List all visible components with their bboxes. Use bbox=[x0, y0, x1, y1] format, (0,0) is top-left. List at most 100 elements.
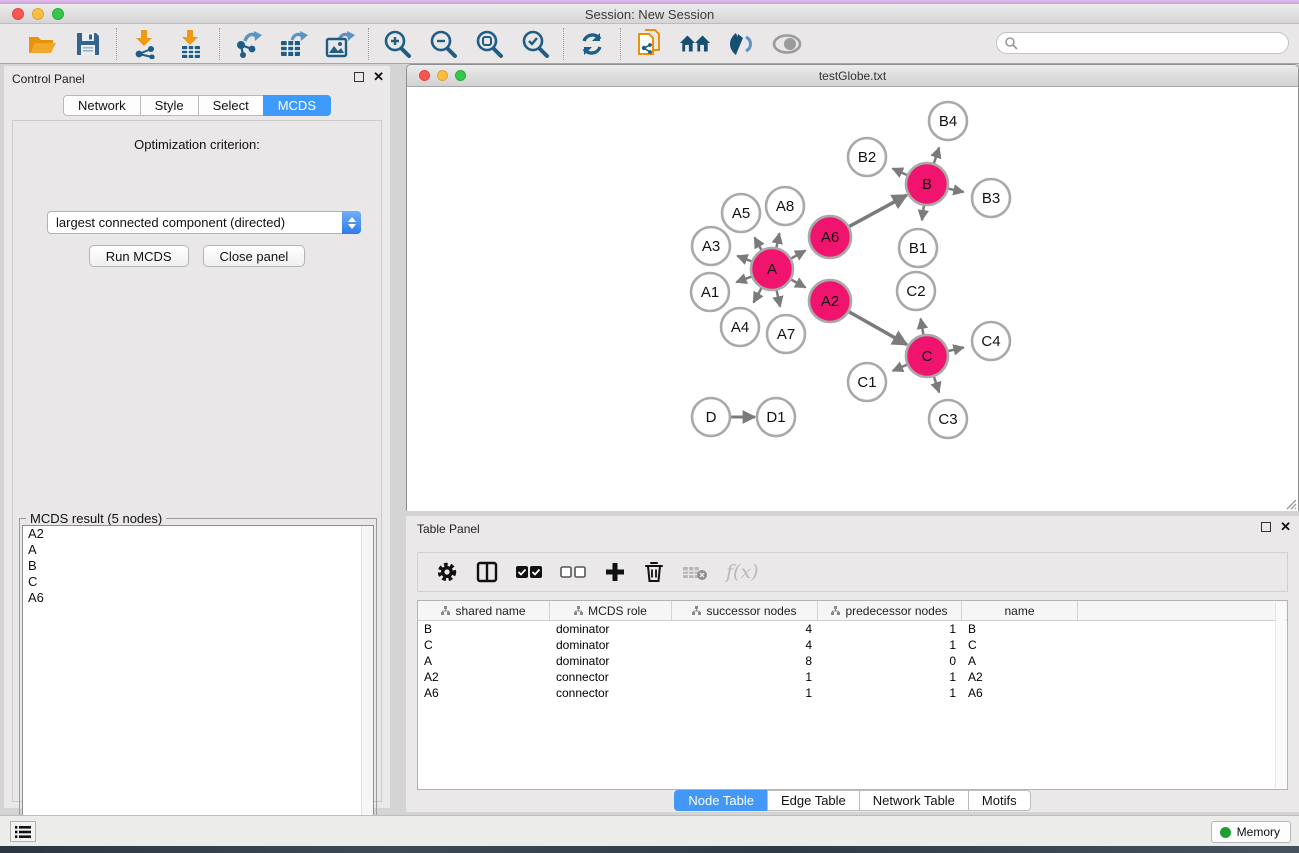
mcds-result-item[interactable]: B bbox=[23, 558, 373, 574]
column-header-MCDS-role[interactable]: MCDS role bbox=[550, 601, 672, 620]
graph-edge-A-A2[interactable] bbox=[791, 280, 805, 288]
graph-edge-A-A7[interactable] bbox=[777, 291, 780, 307]
graph-node-C1[interactable]: C1 bbox=[848, 363, 886, 401]
table-cell[interactable]: connector bbox=[550, 686, 672, 700]
table-cell[interactable]: A6 bbox=[962, 686, 1078, 700]
table-close-panel-icon[interactable]: ✕ bbox=[1280, 522, 1291, 532]
table-cell[interactable]: B bbox=[962, 622, 1078, 636]
table-cell[interactable]: 1 bbox=[818, 670, 962, 684]
column-header-successor-nodes[interactable]: successor nodes bbox=[672, 601, 818, 620]
graph-node-D1[interactable]: D1 bbox=[757, 398, 795, 436]
table-cell[interactable]: A bbox=[418, 654, 550, 668]
tab-style[interactable]: Style bbox=[140, 95, 198, 116]
table-row[interactable]: A2connector11A2 bbox=[418, 669, 1287, 685]
table-cell[interactable]: 4 bbox=[672, 638, 818, 652]
graph-edge-B-B3[interactable] bbox=[948, 189, 963, 192]
tab-mcds[interactable]: MCDS bbox=[263, 95, 331, 116]
column-header-name[interactable]: name bbox=[962, 601, 1078, 620]
show-hide-icon[interactable] bbox=[771, 28, 803, 60]
window-resize-grip[interactable] bbox=[1283, 496, 1297, 510]
table-cell[interactable]: dominator bbox=[550, 638, 672, 652]
table-cell[interactable]: 1 bbox=[818, 638, 962, 652]
save-icon[interactable] bbox=[72, 28, 104, 60]
table-cell[interactable]: 8 bbox=[672, 654, 818, 668]
column-layout-icon[interactable] bbox=[476, 561, 498, 583]
graph-node-B4[interactable]: B4 bbox=[929, 102, 967, 140]
column-header-shared-name[interactable]: shared name bbox=[418, 601, 550, 620]
table-cell[interactable]: connector bbox=[550, 670, 672, 684]
graph-node-C2[interactable]: C2 bbox=[897, 272, 935, 310]
tab-edge-table[interactable]: Edge Table bbox=[767, 790, 859, 811]
export-network-icon[interactable] bbox=[232, 28, 264, 60]
mcds-result-list[interactable]: A2ABCA6 bbox=[22, 525, 374, 849]
graph-edge-C-C1[interactable] bbox=[893, 365, 907, 371]
table-cell[interactable]: 1 bbox=[672, 686, 818, 700]
graph-node-A2[interactable]: A2 bbox=[809, 280, 851, 322]
table-cell[interactable]: dominator bbox=[550, 654, 672, 668]
graph-node-A5[interactable]: A5 bbox=[722, 194, 760, 232]
search-field[interactable] bbox=[996, 32, 1289, 54]
add-column-icon[interactable] bbox=[604, 561, 626, 583]
memory-button[interactable]: Memory bbox=[1211, 821, 1291, 843]
graph-node-A[interactable]: A bbox=[751, 248, 793, 290]
table-cell[interactable]: A bbox=[962, 654, 1078, 668]
export-table-icon[interactable] bbox=[278, 28, 310, 60]
zoom-in-icon[interactable] bbox=[381, 28, 413, 60]
function-builder-icon[interactable]: f(x) bbox=[726, 561, 759, 583]
search-input[interactable] bbox=[1018, 36, 1288, 50]
zoom-out-icon[interactable] bbox=[427, 28, 459, 60]
graph-edge-C-C3[interactable] bbox=[934, 377, 939, 393]
graph-node-A1[interactable]: A1 bbox=[691, 273, 729, 311]
optimization-criterion-dropdown[interactable]: largest connected component (directed) bbox=[47, 211, 361, 234]
graph-node-C3[interactable]: C3 bbox=[929, 400, 967, 438]
delete-table-icon[interactable] bbox=[682, 563, 708, 581]
graph-edge-A-A1[interactable] bbox=[736, 277, 751, 283]
mcds-result-item[interactable]: C bbox=[23, 574, 373, 590]
tab-node-table[interactable]: Node Table bbox=[674, 790, 767, 811]
graph-edge-A6-B[interactable] bbox=[849, 195, 907, 226]
table-cell[interactable]: 1 bbox=[818, 686, 962, 700]
tab-select[interactable]: Select bbox=[198, 95, 263, 116]
delete-icon[interactable] bbox=[644, 561, 664, 583]
deselect-all-icon[interactable] bbox=[560, 565, 586, 579]
graph-edge-A-A4[interactable] bbox=[754, 288, 762, 302]
zoom-selected-icon[interactable] bbox=[519, 28, 551, 60]
float-panel-icon[interactable] bbox=[354, 72, 364, 82]
table-cell[interactable]: C bbox=[418, 638, 550, 652]
table-cell[interactable]: A6 bbox=[418, 686, 550, 700]
import-table-icon[interactable] bbox=[175, 28, 207, 60]
table-cell[interactable]: 1 bbox=[818, 622, 962, 636]
open-folder-icon[interactable] bbox=[26, 28, 58, 60]
close-panel-button[interactable]: Close panel bbox=[203, 245, 306, 267]
graph-edge-B-B1[interactable] bbox=[922, 206, 924, 220]
table-cell[interactable]: dominator bbox=[550, 622, 672, 636]
graph-edge-A2-C[interactable] bbox=[849, 312, 907, 345]
network-window-titlebar[interactable]: testGlobe.txt bbox=[407, 65, 1298, 87]
network-canvas[interactable]: B4B2BB3A5A8A6A3AB1A1A2C2A4A7C4CC1DD1C3 bbox=[407, 87, 1298, 511]
graph-edge-C-C2[interactable] bbox=[921, 319, 924, 335]
table-cell[interactable]: B bbox=[418, 622, 550, 636]
graph-edge-A-A6[interactable] bbox=[791, 251, 805, 259]
graph-node-D[interactable]: D bbox=[692, 398, 730, 436]
graph-edge-B-B4[interactable] bbox=[934, 148, 939, 164]
settings-gear-icon[interactable] bbox=[436, 561, 458, 583]
result-scrollbar[interactable] bbox=[361, 526, 373, 848]
graph-edge-B-B2[interactable] bbox=[893, 168, 907, 174]
table-row[interactable]: Bdominator41B bbox=[418, 621, 1287, 637]
export-image-icon[interactable] bbox=[324, 28, 356, 60]
graph-node-A7[interactable]: A7 bbox=[767, 315, 805, 353]
table-cell[interactable]: 4 bbox=[672, 622, 818, 636]
select-all-icon[interactable] bbox=[516, 565, 542, 579]
mcds-result-item[interactable]: A2 bbox=[23, 526, 373, 542]
copy-network-icon[interactable] bbox=[633, 28, 665, 60]
graph-edge-A-A8[interactable] bbox=[776, 233, 779, 247]
table-cell[interactable]: C bbox=[962, 638, 1078, 652]
graph-edge-A-A5[interactable] bbox=[755, 237, 762, 249]
table-row[interactable]: A6connector11A6 bbox=[418, 685, 1287, 701]
table-cell[interactable]: 0 bbox=[818, 654, 962, 668]
graph-node-C4[interactable]: C4 bbox=[972, 322, 1010, 360]
run-mcds-button[interactable]: Run MCDS bbox=[89, 245, 189, 267]
table-cell[interactable]: 1 bbox=[672, 670, 818, 684]
graph-node-A6[interactable]: A6 bbox=[809, 216, 851, 258]
tab-network[interactable]: Network bbox=[63, 95, 140, 116]
